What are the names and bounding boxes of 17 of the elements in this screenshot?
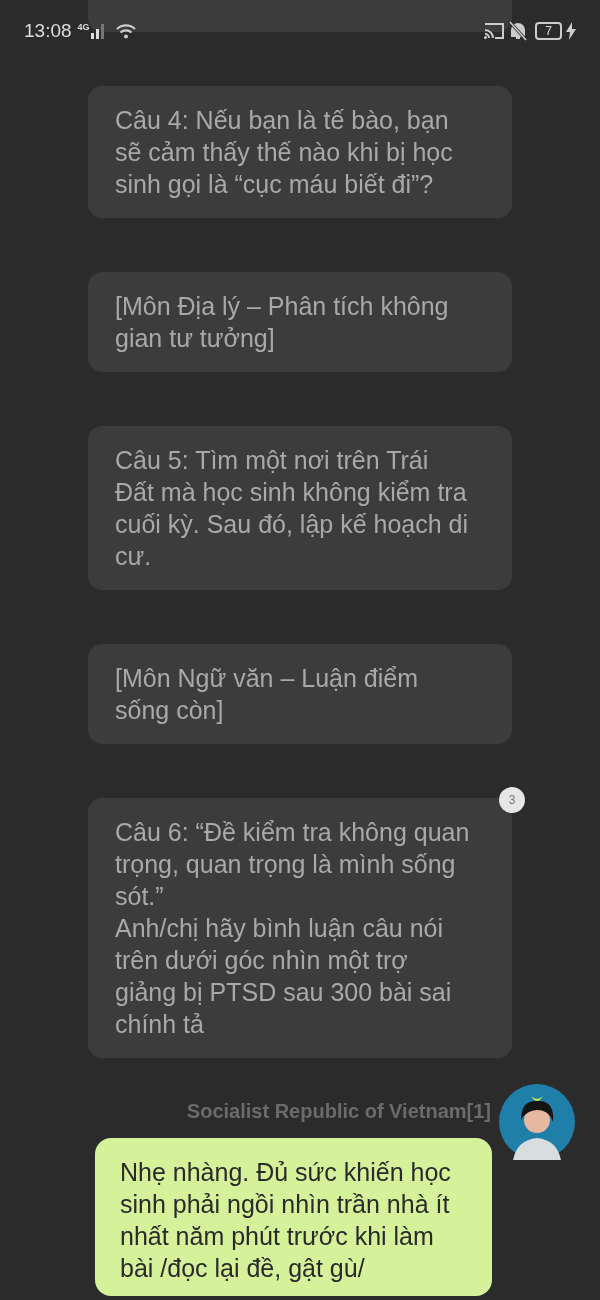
network-type: 4G [77,22,90,32]
muted-bell-icon [509,21,528,41]
status-time: 13:08 [24,20,72,42]
message-text: [Môn Địa lý – Phân tích không gian tư tưởng] [115,291,450,354]
cast-icon [483,22,506,40]
battery-level: 7 [535,22,562,40]
message-text: [Môn Ngữ văn – Luận điểm sống còn] [115,663,419,726]
message-text: Câu 4: Nếu bạn là tế bào, bạn sẽ cảm thấy thế nào khi bị học sinh gọi là “cục máu biết đi”? [115,105,454,200]
signal-icon [90,23,105,39]
message-text: Câu 5: Tìm một nơi trên Trái Đất mà học sinh không kiểm tra cuối kỳ. Sau đó, lập kế hoạch di cư. [115,445,469,572]
charging-icon [566,22,576,40]
sender-name: Socialist Republic of Vietnam[1] [186,1099,491,1124]
wifi-icon [114,22,137,40]
message-text: Nhẹ nhàng. Đủ sức khiến học sinh phải ngồi nhìn trần nhà ít nhất năm phút trước khi làm bài /đọc lại đề, gật gù/ [120,1157,452,1284]
message-text: Câu 6: “Đề kiểm tra không quan trọng, quan trọng là mình sống sót.” Anh/chị hãy bình luận câu nói trên dưới góc nhìn một trợ giảng bị PTSD sau 300 bài sai chính tả [115,817,471,1040]
reaction-count[interactable]: 3 [499,787,525,813]
avatar[interactable] [499,1084,575,1160]
